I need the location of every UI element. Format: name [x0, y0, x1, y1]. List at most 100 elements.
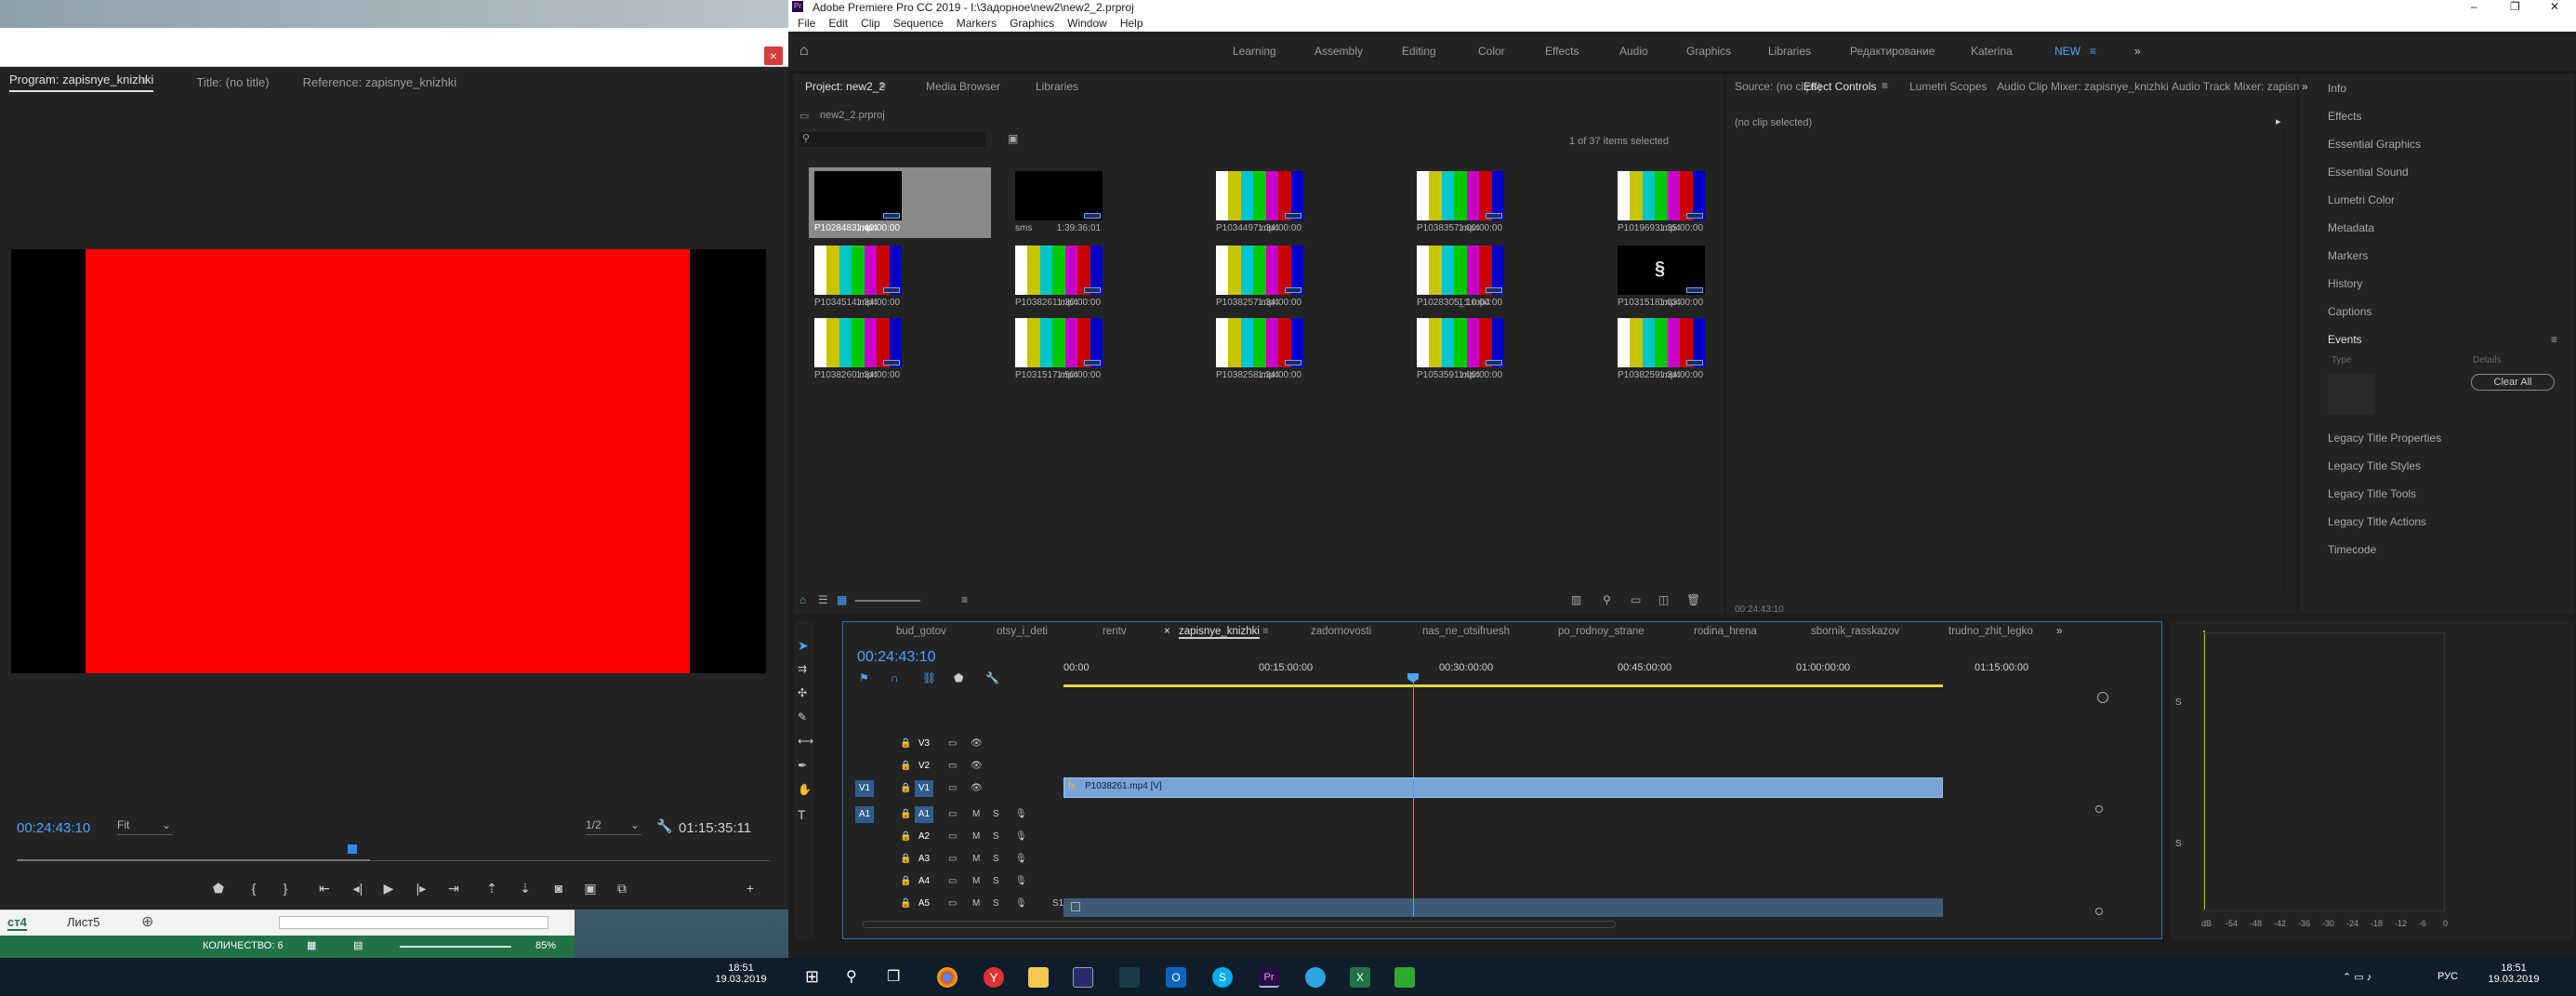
excel-icon[interactable]: X — [1350, 967, 1370, 988]
source-patch-a1[interactable]: A1 — [855, 806, 874, 823]
workspace-effects[interactable]: Effects — [1545, 45, 1579, 58]
scroll-handle-icon[interactable] — [2095, 805, 2103, 813]
add-button-icon[interactable]: + — [740, 879, 760, 897]
mark-out-icon[interactable]: } — [275, 879, 296, 897]
thumbnail-size-slider[interactable] — [855, 600, 920, 602]
horizontal-scrollbar[interactable] — [279, 916, 548, 929]
tab-project[interactable]: Project: new2_2 — [805, 80, 885, 93]
track-header-a5[interactable]: 🔒 A5 ▭ M S 🎙 S1 — [844, 895, 1063, 915]
sync-lock-icon[interactable]: ▭ — [948, 854, 957, 864]
clip-thumbnail[interactable]: P1038260.mp4 1:34:00:00 — [809, 314, 991, 385]
close-window-icon[interactable]: ✕ — [2550, 0, 2559, 13]
telegram-icon[interactable] — [1305, 967, 1326, 988]
panel-legacy-title-actions[interactable]: Legacy Title Actions — [2328, 515, 2426, 528]
wrench-icon[interactable]: 🔧 — [656, 818, 672, 834]
compare-view-icon[interactable]: ▣ — [580, 879, 601, 897]
windows-logo-icon[interactable]: ⊞ — [805, 967, 826, 988]
clip-thumbnail[interactable]: P1038258.mp4 1:34:00:00 — [1210, 314, 1393, 385]
lock-icon[interactable]: 🔒 — [900, 831, 911, 842]
eye-icon[interactable]: 👁 — [971, 783, 983, 793]
workspace-graphics[interactable]: Graphics — [1686, 45, 1731, 58]
track-label[interactable]: V2 — [915, 758, 933, 775]
mute-button[interactable]: M — [972, 809, 980, 819]
normal-view-icon[interactable]: ▦ — [307, 939, 316, 951]
sheet-tab-active[interactable]: ст4 — [7, 915, 27, 931]
snap-icon[interactable]: ∩ — [891, 671, 899, 684]
page-layout-icon[interactable]: ▤ — [353, 939, 363, 951]
panel-menu-icon[interactable]: ≡ — [141, 74, 148, 87]
tab-effect-controls[interactable]: Effect Controls — [1803, 80, 1876, 93]
sequence-tab-nas-ne-otsifruesh[interactable]: nas_ne_otsifruesh — [1422, 626, 1510, 637]
lock-icon[interactable]: 🔒 — [900, 761, 911, 771]
menu-clip[interactable]: Clip — [861, 15, 880, 32]
clip-thumbnail[interactable]: P1034514.mp4 1:34:00:00 — [809, 242, 991, 312]
solo-label[interactable]: S — [2175, 697, 2182, 708]
timeline-zoom-scrollbar[interactable] — [863, 921, 1616, 928]
panel-markers[interactable]: Markers — [2328, 249, 2368, 262]
mute-button[interactable]: M — [972, 831, 980, 842]
step-forward-icon[interactable]: |▸ — [411, 879, 431, 897]
lock-icon[interactable]: 🔒 — [900, 876, 911, 886]
tab-program[interactable]: Program: zapisnye_knizhki — [9, 73, 154, 92]
expand-icon[interactable]: ▸ — [2276, 115, 2281, 127]
sync-lock-icon[interactable]: ▭ — [948, 738, 957, 749]
go-to-in-icon[interactable]: ⇤ — [314, 879, 335, 897]
close-sequence-icon[interactable]: × — [1164, 626, 1170, 637]
resolution-select[interactable]: 1/2 ⌄ — [586, 818, 641, 835]
sync-lock-icon[interactable]: ▭ — [948, 761, 957, 771]
panel-menu-icon[interactable]: ≡ — [879, 79, 886, 92]
step-back-icon[interactable]: ◂| — [348, 879, 368, 897]
playhead-line[interactable] — [1413, 675, 1414, 917]
sync-lock-icon[interactable]: ▭ — [948, 809, 957, 819]
workspace-libraries[interactable]: Libraries — [1768, 45, 1811, 58]
minimize-icon[interactable]: – — [2471, 0, 2477, 13]
play-icon[interactable]: ▶ — [378, 879, 399, 897]
timeline-settings-icon[interactable]: 🔧 — [985, 671, 999, 684]
program-viewer[interactable] — [11, 249, 766, 673]
language-indicator[interactable]: РУС — [2437, 971, 2458, 982]
tab-media-browser[interactable]: Media Browser — [926, 80, 1000, 93]
solo-button[interactable]: S — [993, 898, 999, 909]
clip-thumbnail[interactable]: P1038261.mp4 1:30:00:00 — [1010, 242, 1192, 312]
sequence-tab-rodina-hrena[interactable]: rodina_hrena — [1694, 626, 1757, 637]
tab-lumetri-scopes[interactable]: Lumetri Scopes — [1909, 80, 1987, 93]
sequence-tab-zadornovosti[interactable]: zadornovosti — [1311, 626, 1371, 637]
solo-button[interactable]: S — [993, 876, 999, 886]
lock-icon[interactable]: 🔒 — [900, 783, 911, 793]
track-label[interactable]: A1 — [915, 806, 933, 823]
outlook-icon[interactable]: O — [1166, 967, 1186, 988]
go-to-out-icon[interactable]: ⇥ — [443, 879, 464, 897]
track-label[interactable]: V3 — [915, 736, 933, 752]
scroll-handle-icon[interactable] — [2095, 908, 2103, 915]
panel-legacy-title-tools[interactable]: Legacy Title Tools — [2328, 487, 2416, 500]
skype-icon[interactable]: S — [1212, 967, 1233, 988]
clip-thumbnail[interactable]: sms 1:39:36:01 — [1010, 167, 1192, 238]
track-header-a1[interactable]: A1 🔒 A1 ▭ M S 🎙 — [844, 805, 1062, 826]
file-explorer-icon[interactable] — [1028, 967, 1049, 988]
pen-tool-icon[interactable]: ✒ — [798, 759, 807, 772]
clip-thumbnail[interactable]: P1038257.mp4 1:34:00:00 — [1210, 242, 1393, 312]
lock-icon[interactable]: ⌂ — [799, 593, 806, 606]
automate-icon[interactable]: ▥ — [1571, 593, 1581, 606]
solo-label[interactable]: S — [2175, 839, 2182, 849]
mute-button[interactable]: M — [972, 854, 980, 864]
panel-effects[interactable]: Effects — [2328, 110, 2361, 123]
app-icon[interactable] — [1073, 967, 1093, 988]
playhead-icon[interactable] — [348, 844, 357, 854]
panel-legacy-title-properties[interactable]: Legacy Title Properties — [2328, 432, 2441, 445]
clip-thumbnail[interactable]: P1038357.mp4 1:00:00:00 — [1411, 167, 1593, 238]
extract-icon[interactable]: ⇣ — [515, 879, 535, 897]
premiere-taskbar-icon[interactable]: Pr — [1259, 967, 1279, 988]
track-header-v2[interactable]: 🔒 V2 ▭ 👁 — [844, 757, 1062, 777]
workspace-redaktirovanie[interactable]: Редактирование — [1850, 45, 1935, 58]
expand-icon[interactable]: » — [2302, 80, 2308, 93]
add-sheet-icon[interactable]: ⊕ — [141, 912, 153, 931]
new-item-icon[interactable]: ◫ — [1658, 593, 1669, 606]
track-header-v3[interactable]: 🔒 V3 ▭ 👁 — [844, 735, 1062, 755]
sync-lock-icon[interactable]: ▭ — [948, 783, 957, 793]
slip-tool-icon[interactable]: ⟷ — [798, 735, 813, 748]
workspace-editing[interactable]: Editing — [1402, 45, 1436, 58]
track-label[interactable]: A5 — [915, 896, 933, 912]
workspace-audio[interactable]: Audio — [1619, 45, 1648, 58]
track-label[interactable]: V1 — [915, 780, 933, 797]
